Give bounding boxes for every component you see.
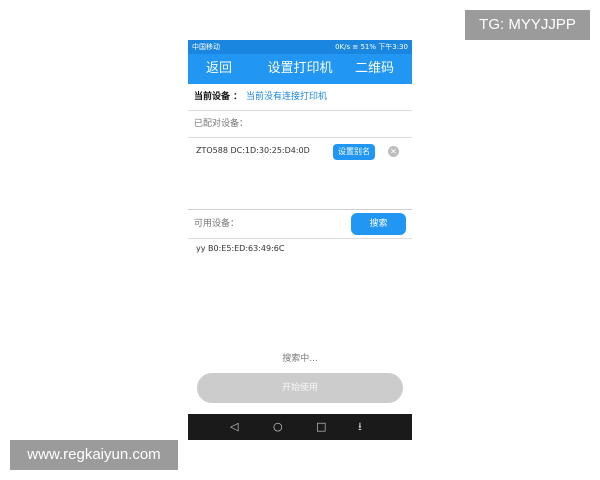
available-device-item[interactable]: yy B0:E5:ED:63:49:6C xyxy=(196,244,284,253)
watermark-bottom: www.regkaiyun.com xyxy=(10,440,178,470)
paired-device-name: ZTO588 DC:1D:30:25:D4:0D xyxy=(196,146,310,155)
paired-device-item[interactable]: ZTO588 DC:1D:30:25:D4:0D 设置别名 ✕ xyxy=(188,138,412,164)
back-icon[interactable]: ◁ xyxy=(230,414,238,440)
current-device-row: 当前设备 ： 当前没有连接打印机 xyxy=(188,84,412,111)
home-icon[interactable]: ○ xyxy=(273,414,283,440)
menu-icon[interactable]: ⭳ xyxy=(358,414,362,440)
paired-devices-header: 已配对设备： xyxy=(188,111,412,138)
battery-level: 51% xyxy=(360,43,377,51)
close-icon[interactable]: ✕ xyxy=(388,146,399,157)
qr-code-button[interactable]: 二维码 xyxy=(355,54,394,84)
clock: 下午3:30 xyxy=(378,43,408,51)
status-right: 0K/s ≡ 51% 下午3:30 xyxy=(335,40,408,54)
wifi-icon: ≡ xyxy=(352,43,359,51)
back-button[interactable]: 返回 xyxy=(206,54,232,84)
available-devices-label: 可用设备： xyxy=(194,219,240,229)
search-button[interactable]: 搜索 xyxy=(351,213,406,235)
set-alias-button[interactable]: 设置别名 xyxy=(333,144,375,160)
start-button[interactable]: 开始使用 xyxy=(197,373,403,403)
carrier-label: 中国移动 xyxy=(192,43,220,51)
status-bar: 中国移动 0K/s ≡ 51% 下午3:30 xyxy=(188,40,412,54)
current-device-label: 当前设备 ： xyxy=(194,92,243,102)
watermark-top: TG: MYYJJPP xyxy=(465,10,590,40)
paired-devices-label: 已配对设备： xyxy=(194,119,249,129)
system-nav-bar: ◁ ○ □ ⭳ xyxy=(188,414,412,440)
available-devices-header: 可用设备： 搜索 xyxy=(188,210,412,239)
current-device-value: 当前没有连接打印机 xyxy=(246,92,328,102)
recent-apps-icon[interactable]: □ xyxy=(316,414,326,440)
network-speed: 0K/s xyxy=(335,43,351,51)
app-header: 设置打印机 返回 二维码 xyxy=(188,54,412,84)
phone-screen: 中国移动 0K/s ≡ 51% 下午3:30 设置打印机 返回 二维码 当前设备… xyxy=(188,40,412,440)
searching-status: 搜索中... xyxy=(282,354,318,364)
